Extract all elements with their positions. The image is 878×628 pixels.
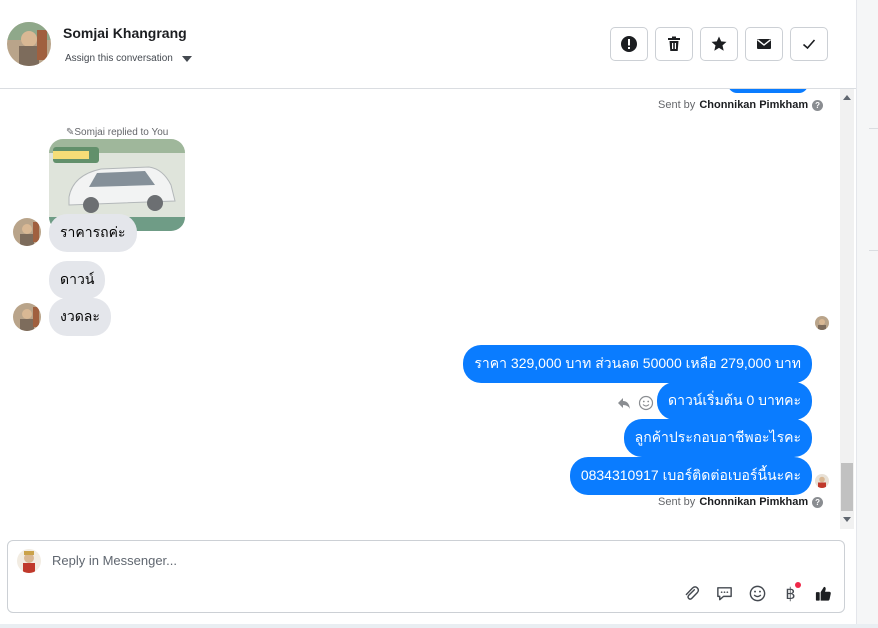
sent-by-prefix: Sent by bbox=[658, 99, 696, 111]
star-button[interactable] bbox=[700, 27, 738, 61]
reply-note: ✎Somjai replied to You bbox=[66, 127, 168, 138]
mark-spam-button[interactable] bbox=[610, 27, 648, 61]
incoming-message[interactable]: ดาวน์ bbox=[49, 261, 106, 299]
outgoing-message[interactable]: ดาวน์เริ่มต้น 0 บาทคะ bbox=[656, 382, 812, 420]
contact-avatar-small[interactable] bbox=[13, 303, 41, 331]
assign-label: Assign this conversation bbox=[65, 53, 173, 64]
payment-button[interactable]: ฿ bbox=[780, 582, 801, 604]
scroll-thumb[interactable] bbox=[841, 463, 853, 511]
page-avatar bbox=[17, 549, 41, 573]
reply-note-text: Somjai replied to You bbox=[74, 127, 169, 138]
message-tools bbox=[616, 395, 654, 411]
like-button[interactable] bbox=[813, 583, 834, 604]
mark-unread-button[interactable] bbox=[745, 27, 783, 61]
conversation-header: Somjai Khangrang Assign this conversatio… bbox=[0, 0, 856, 89]
help-icon[interactable]: ? bbox=[812, 99, 824, 111]
messenger-conversation: Somjai Khangrang Assign this conversatio… bbox=[0, 0, 878, 628]
previous-message-bubble bbox=[728, 89, 808, 93]
baht-icon: ฿ bbox=[785, 584, 796, 603]
outgoing-message[interactable]: ลูกค้าประกอบอาชีพอะไรคะ bbox=[623, 419, 812, 457]
check-icon bbox=[802, 39, 816, 50]
delete-button[interactable] bbox=[655, 27, 693, 61]
star-icon bbox=[711, 36, 727, 51]
mail-icon bbox=[757, 39, 771, 49]
incoming-message[interactable]: ราคารถค่ะ bbox=[49, 214, 137, 252]
outgoing-message[interactable]: ราคา 329,000 บาท ส่วนลด 50000 เหลือ 279,… bbox=[463, 345, 812, 383]
sent-by-prefix: Sent by bbox=[658, 496, 696, 508]
sent-by-note: Sent by Chonnikan Pimkham ? bbox=[658, 99, 824, 111]
assign-conversation-button[interactable]: Assign this conversation bbox=[65, 53, 192, 64]
caret-down-icon bbox=[181, 55, 192, 62]
reply-input[interactable] bbox=[52, 553, 752, 568]
sent-by-note: Sent by Chonnikan Pimkham ? bbox=[658, 496, 824, 508]
thread-scrollbar[interactable] bbox=[840, 89, 854, 529]
trash-icon bbox=[668, 36, 680, 51]
spam-icon bbox=[621, 36, 637, 52]
help-icon[interactable]: ? bbox=[812, 496, 824, 508]
outgoing-message[interactable]: 0834310917 เบอร์ติดต่อเบอร์นี้นะคะ bbox=[569, 457, 812, 495]
incoming-message[interactable]: งวดละ bbox=[49, 298, 111, 336]
emoji-icon bbox=[749, 585, 766, 602]
sent-by-name: Chonnikan Pimkham bbox=[699, 496, 809, 508]
contact-avatar[interactable] bbox=[7, 22, 51, 66]
paperclip-icon bbox=[685, 586, 700, 600]
emoji-button[interactable] bbox=[747, 583, 768, 604]
bottom-edge bbox=[0, 624, 878, 628]
chat-bubble-icon bbox=[717, 587, 732, 601]
seen-avatar bbox=[815, 316, 829, 330]
sent-by-name: Chonnikan Pimkham bbox=[699, 99, 809, 111]
composer-tools: ฿ bbox=[681, 582, 834, 604]
contact-name[interactable]: Somjai Khangrang bbox=[63, 25, 187, 41]
thumbs-up-icon bbox=[815, 586, 831, 601]
divider bbox=[869, 250, 878, 251]
saved-replies-button[interactable] bbox=[714, 583, 735, 604]
attach-button[interactable] bbox=[681, 583, 702, 604]
react-emoji-icon[interactable] bbox=[638, 395, 654, 411]
message-composer: ฿ bbox=[7, 540, 845, 613]
contact-avatar-small[interactable] bbox=[13, 218, 41, 246]
scroll-up-arrow-icon[interactable] bbox=[843, 95, 851, 100]
seen-avatar bbox=[815, 474, 829, 488]
reply-arrow-icon[interactable] bbox=[616, 395, 632, 411]
side-panel-edge bbox=[856, 0, 878, 628]
divider bbox=[869, 128, 878, 129]
scroll-down-arrow-icon[interactable] bbox=[843, 517, 851, 522]
header-actions bbox=[610, 27, 828, 61]
message-thread[interactable]: Sent by Chonnikan Pimkham ? ✎Somjai repl… bbox=[0, 89, 856, 529]
mark-done-button[interactable] bbox=[790, 27, 828, 61]
notification-dot bbox=[795, 582, 801, 588]
